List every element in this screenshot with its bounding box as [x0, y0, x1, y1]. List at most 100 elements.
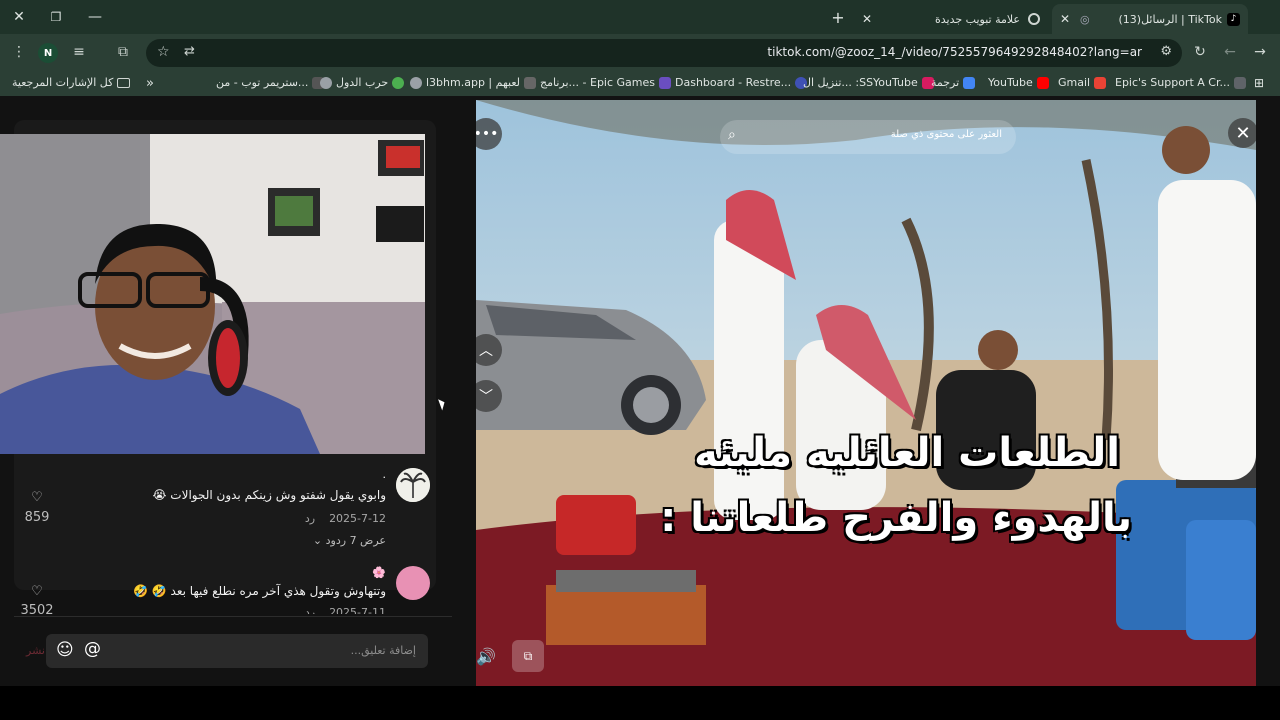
- minimize-window-icon[interactable]: —: [86, 8, 104, 26]
- url-text[interactable]: tiktok.com/@zooz_14_/video/7525579649292…: [767, 45, 1142, 59]
- extensions-icon[interactable]: ⧉: [114, 43, 132, 61]
- close-tab-icon[interactable]: ✕: [1060, 12, 1070, 26]
- profile-avatar[interactable]: N: [38, 43, 58, 63]
- gmail-icon: [1094, 76, 1107, 89]
- chrome-icon: [1028, 13, 1040, 25]
- bookmark-label: Gmail: [1058, 76, 1091, 89]
- commenter-name[interactable]: 🌸: [372, 566, 386, 579]
- translate-icon[interactable]: ⇄: [184, 44, 195, 59]
- comment-date: 2025-7-12: [329, 512, 386, 525]
- bookmark-item[interactable]: l3bhm.app | لعبهم: [410, 76, 520, 89]
- reply-button[interactable]: رد: [305, 606, 315, 614]
- menu-dots-icon[interactable]: ⋮: [10, 43, 28, 61]
- caption-line-2: بالهدوء والفرح طلعاتنا :: [660, 495, 1132, 541]
- folder-icon: [117, 77, 131, 88]
- emoji-icon[interactable]: ☺: [56, 640, 74, 660]
- youtube-icon: [1036, 76, 1049, 89]
- mention-icon[interactable]: @: [84, 639, 101, 659]
- all-bookmarks-label: كل الإشارات المرجعية: [12, 76, 114, 89]
- view-replies-label: عرض 7 ردود: [325, 534, 386, 547]
- comment-date-reply: 2025-7-12 رد: [305, 512, 386, 525]
- apps-grid-icon[interactable]: ⊞: [1254, 76, 1264, 90]
- tiktok-page: . وابوي يقول شفتو وش زينكم بدون الجوالات…: [0, 96, 1280, 686]
- video-player[interactable]: ⌕ العثور على محتوى ذي صلة الطلعات العائل…: [476, 100, 1256, 686]
- divider: [14, 616, 452, 617]
- heart-icon[interactable]: ♡: [20, 584, 54, 599]
- bookmark-label: برنامج... - Epic Games: [540, 76, 656, 89]
- tab-tiktok[interactable]: ✕ ◎ (13)الرسائل | TikTok ♪: [1052, 4, 1248, 34]
- back-icon[interactable]: →: [1251, 43, 1269, 61]
- restore-window-icon[interactable]: ❐: [47, 8, 65, 26]
- close-window-icon[interactable]: ✕: [10, 8, 28, 26]
- forward-icon[interactable]: ←: [1221, 43, 1239, 61]
- bookmark-favicon: [524, 76, 536, 89]
- media-controls-icon[interactable]: ≡: [70, 43, 88, 61]
- bookmark-label: Dashboard - Restre...: [675, 76, 792, 89]
- bookmark-item[interactable]: تنزيل ال... :SSYouTube: [803, 76, 934, 89]
- reload-icon[interactable]: ↻: [1191, 43, 1209, 61]
- bookmark-item[interactable]: Epic's Support A Cr...: [1115, 76, 1246, 89]
- reply-button[interactable]: رد: [305, 512, 315, 525]
- search-placeholder: العثور على محتوى ذي صلة: [890, 129, 1002, 140]
- video-frame: [476, 100, 1256, 686]
- comment-avatar[interactable]: [396, 566, 430, 600]
- comment-placeholder: إضافة تعليق...: [350, 644, 416, 657]
- caption-line-1: الطلعات العائليه مليئه: [694, 430, 1120, 476]
- bookmark-favicon: [963, 76, 976, 89]
- tab-title: (13)الرسائل | TikTok: [1118, 12, 1223, 26]
- tab-title: علامة تبويب جديدة: [934, 12, 1020, 26]
- bookmark-label: ترجمة: [931, 76, 960, 89]
- bookmark-star-icon[interactable]: ☆: [157, 44, 170, 60]
- bookmark-item[interactable]: حرب الدول: [320, 76, 405, 89]
- bookmark-item[interactable]: ستريمر توب - من...: [216, 76, 325, 89]
- bookmark-label: YouTube: [988, 76, 1033, 89]
- comment-date-reply: 2025-7-11 رد: [305, 606, 386, 614]
- heart-icon[interactable]: ♡: [20, 490, 54, 505]
- palm-tree-icon: [396, 468, 430, 502]
- comments-panel: . وابوي يقول شفتو وش زينكم بدون الجوالات…: [0, 96, 465, 686]
- like-count: 859: [24, 510, 50, 525]
- post-button[interactable]: نشر: [26, 644, 45, 657]
- more-bookmarks-icon[interactable]: »: [146, 76, 154, 91]
- related-search[interactable]: ⌕ العثور على محتوى ذي صلة: [720, 120, 1016, 154]
- comment-item: 🌸 وتتهاوش وتقول هذي آخر مره نطلع فيها بع…: [20, 566, 430, 614]
- like-count: 3502: [20, 603, 54, 614]
- site-settings-icon[interactable]: ⚙: [1160, 44, 1172, 59]
- webcam-image: [0, 134, 425, 454]
- bookmark-item[interactable]: Gmail: [1058, 76, 1107, 89]
- bookmark-item[interactable]: برنامج... - Epic Games: [524, 76, 672, 89]
- bookmark-item[interactable]: YouTube: [988, 76, 1049, 89]
- bookmark-favicon: [392, 76, 405, 89]
- chevron-down-icon: ⌄: [312, 534, 323, 547]
- commenter-name[interactable]: .: [383, 468, 387, 481]
- bookmark-item[interactable]: Dashboard - Restre...: [675, 76, 808, 89]
- tab-new-tab[interactable]: ✕ علامة تبويب جديدة: [856, 4, 1048, 34]
- address-bar[interactable]: ☆ ⇄ tiktok.com/@zooz_14_/video/752557964…: [146, 39, 1182, 67]
- comment-input[interactable]: ☺ @ إضافة تعليق...: [46, 634, 428, 668]
- view-replies-button[interactable]: عرض 7 ردود ⌄: [313, 534, 386, 547]
- toolbar: ⋮ N ≡ ⧉ ☆ ⇄ tiktok.com/@zooz_14_/video/7…: [0, 34, 1280, 72]
- bookmarks-bar: كل الإشارات المرجعية » ستريمر توب - من..…: [0, 72, 1280, 96]
- new-tab-icon[interactable]: +: [829, 8, 847, 27]
- bookmark-label: l3bhm.app | لعبهم: [426, 76, 521, 89]
- webcam-overlay: [0, 134, 425, 454]
- globe-icon: [320, 76, 332, 89]
- bookmark-item[interactable]: ترجمة: [931, 76, 976, 89]
- tab-bar: ✕ ❐ — + ✕ علامة تبويب جديدة ✕ ◎ (13)الرس…: [0, 0, 1280, 34]
- all-bookmarks[interactable]: كل الإشارات المرجعية: [12, 76, 131, 89]
- bookmark-label: تنزيل ال... :SSYouTube: [803, 76, 918, 89]
- comment-date: 2025-7-11: [329, 606, 386, 614]
- search-icon: ⌕: [728, 127, 736, 143]
- comment-avatar[interactable]: [396, 468, 430, 502]
- media-icon: ◎: [1080, 12, 1090, 26]
- close-video-icon[interactable]: ✕: [1228, 118, 1256, 148]
- globe-icon: [410, 76, 422, 89]
- close-tab-icon[interactable]: ✕: [862, 12, 872, 26]
- mini-player-icon[interactable]: ⧉: [512, 640, 544, 672]
- comment-text: وابوي يقول شفتو وش زينكم بدون الجوالات 😭: [152, 488, 386, 502]
- bookmark-favicon: [1233, 76, 1246, 89]
- bookmark-label: ستريمر توب - من...: [216, 76, 309, 89]
- tiktok-icon: ♪: [1227, 12, 1240, 26]
- comment-text: وتتهاوش وتقول هذي آخر مره نطلع فيها بعد …: [133, 584, 386, 598]
- comment-item: . وابوي يقول شفتو وش زينكم بدون الجوالات…: [20, 468, 430, 548]
